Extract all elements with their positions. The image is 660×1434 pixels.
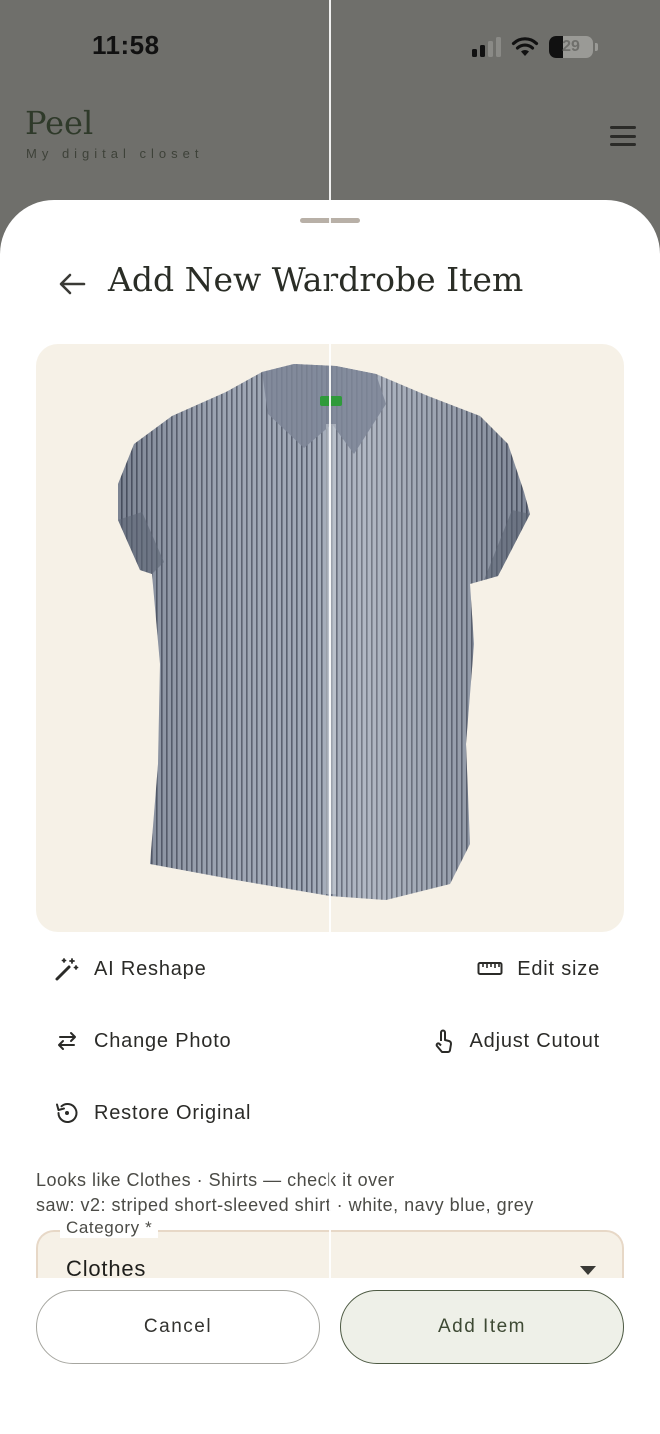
app-tagline: My digital closet [26, 146, 204, 161]
adjust-cutout-button[interactable]: Adjust Cutout [430, 1028, 600, 1054]
wifi-icon [511, 37, 539, 56]
menu-icon[interactable] [610, 126, 636, 146]
cancel-button[interactable]: Cancel [36, 1290, 320, 1364]
sheet-footer: Cancel Add Item [0, 1278, 660, 1434]
comparison-divider[interactable] [329, 0, 331, 1278]
detection-saw: saw: v2: striped short-sleeved shirt · w… [36, 1195, 534, 1215]
battery-cap [595, 43, 598, 51]
battery-level: 29 [562, 38, 580, 55]
app-brand: Peel [25, 104, 94, 142]
change-photo-button[interactable]: Change Photo [54, 1028, 231, 1054]
swap-arrows-icon [54, 1028, 80, 1054]
ai-reshape-label: AI Reshape [94, 957, 207, 980]
edit-size-button[interactable]: Edit size [477, 956, 600, 982]
restore-original-button[interactable]: Restore Original [54, 1100, 251, 1126]
adjust-cutout-label: Adjust Cutout [469, 1029, 600, 1052]
status-time: 11:58 [92, 30, 160, 60]
cellular-signal-icon [472, 37, 501, 57]
magic-wand-icon [54, 956, 80, 982]
add-item-button[interactable]: Add Item [340, 1290, 624, 1364]
restore-original-label: Restore Original [94, 1101, 252, 1124]
ai-reshape-button[interactable]: AI Reshape [54, 956, 207, 982]
change-photo-label: Change Photo [94, 1029, 232, 1052]
category-label: Category * [60, 1218, 159, 1238]
status-icons: 29 [472, 36, 598, 58]
restore-history-icon [54, 1100, 80, 1126]
back-arrow-icon[interactable] [56, 268, 88, 300]
ruler-icon [477, 956, 503, 982]
edit-size-label: Edit size [517, 957, 600, 980]
battery-icon: 29 [549, 36, 593, 58]
detection-summary: Looks like Clothes · Shirts — check it o… [36, 1170, 395, 1190]
dropdown-caret-icon [580, 1266, 596, 1275]
touch-hand-icon [430, 1028, 456, 1054]
sheet-title: Add New Wardrobe Item [108, 260, 524, 299]
